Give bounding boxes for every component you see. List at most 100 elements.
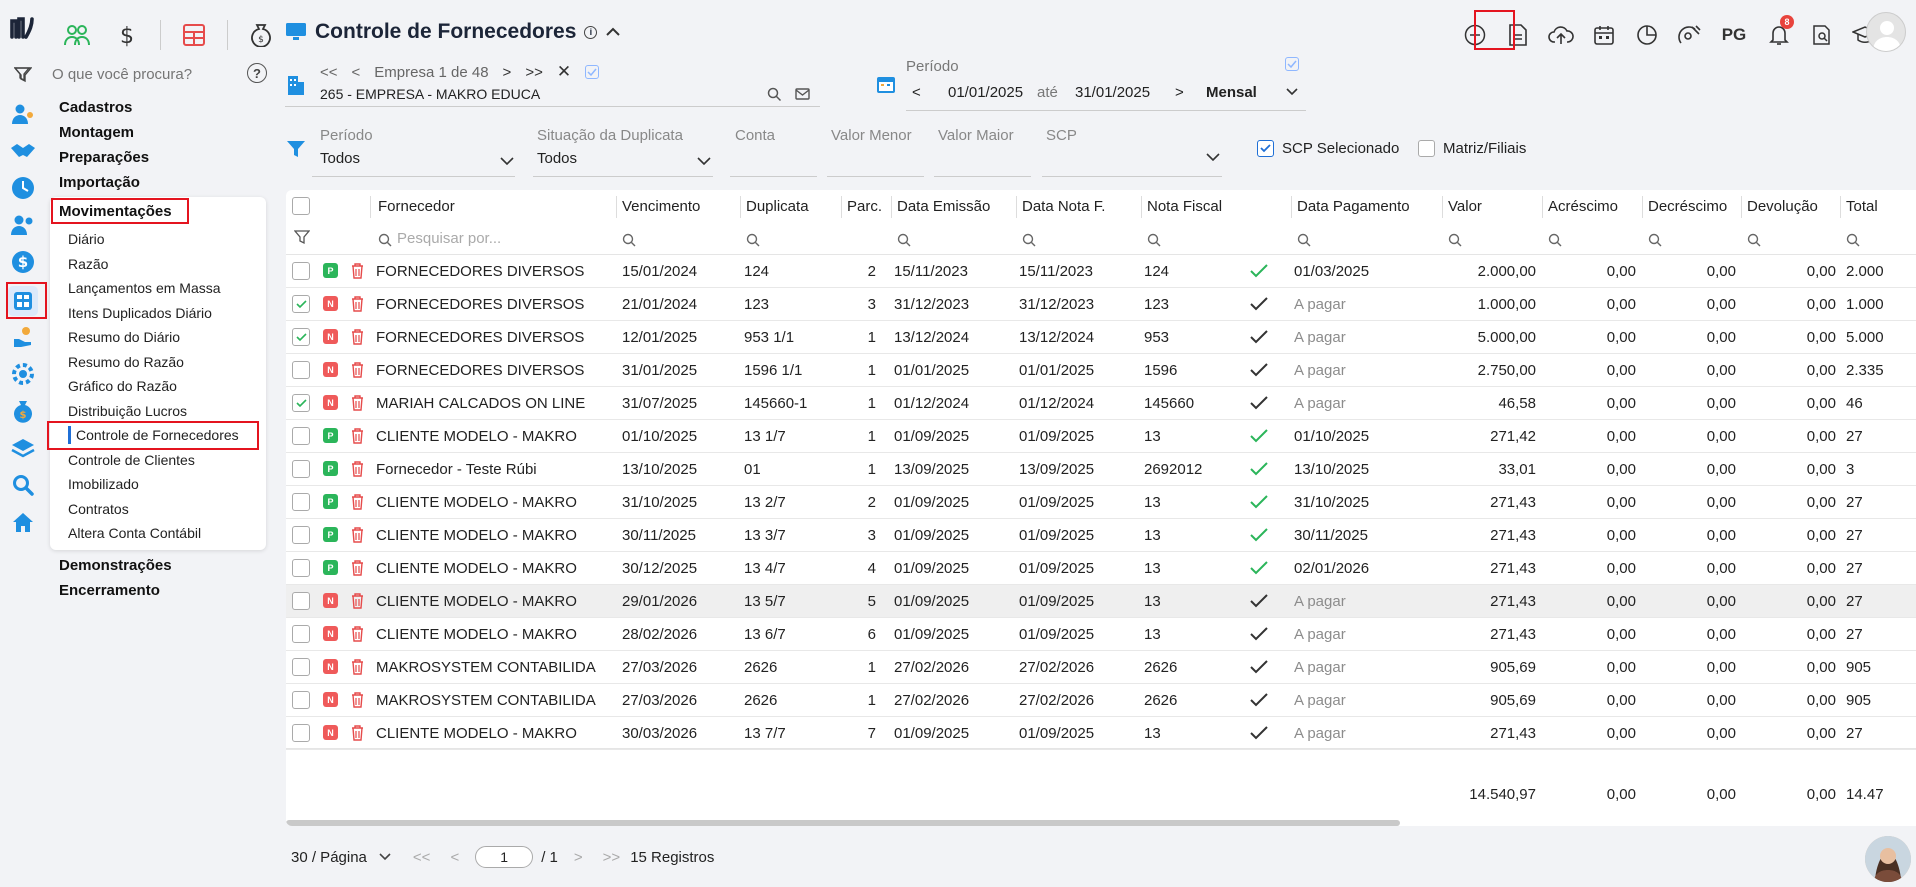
submenu-item-grafico-razao[interactable]: Gráfico do Razão [68,378,177,394]
row-checkbox[interactable] [292,691,310,709]
submenu-item-lancamentos-massa[interactable]: Lançamentos em Massa [68,280,221,296]
submenu-item-altera-conta[interactable]: Altera Conta Contábil [68,525,201,541]
fornecedor-search-input[interactable]: Pesquisar por... [397,230,501,247]
clock-icon[interactable] [9,174,37,202]
row-checkbox[interactable] [292,724,310,742]
table-row[interactable]: N FORNECEDORES DIVERSOS 31/01/2025 1596 1/1… [286,354,1916,387]
row-checkbox[interactable] [292,592,310,610]
next-empresa-icon[interactable]: > [503,64,512,81]
trash-icon[interactable] [351,626,364,642]
table-row[interactable]: P CLIENTE MODELO - MAKRO 31/10/2025 13 2/7 2… [286,486,1916,519]
filter-funnel-icon[interactable] [14,66,30,82]
info-icon[interactable]: i [584,25,598,39]
mail-icon[interactable] [795,88,810,100]
pie-chart-icon[interactable] [1630,18,1664,52]
col-header-data-pagamento[interactable]: Data Pagamento [1297,198,1410,215]
hand-coin-icon[interactable] [9,323,37,351]
menu-encerramento[interactable]: Encerramento [59,582,160,599]
filter-valor-menor[interactable]: Valor Menor [827,127,927,177]
table-row[interactable]: P CLIENTE MODELO - MAKRO 01/10/2025 13 1/7 1… [286,420,1916,453]
table-row[interactable]: N MAKROSYSTEM CONTABILIDA 27/03/2026 2626 1 2… [286,651,1916,684]
periodo-next-icon[interactable]: > [1175,84,1184,101]
filter-periodo[interactable]: Período Todos [312,127,523,177]
dollar-icon[interactable]: $ [9,248,37,276]
prev-empresa-icon[interactable]: < [352,64,361,81]
periodo-end[interactable]: 31/01/2025 [1075,84,1150,101]
col-header-data-nota[interactable]: Data Nota F. [1022,198,1105,215]
periodo-mode[interactable]: Mensal [1206,84,1257,101]
row-checkbox[interactable] [292,295,310,313]
row-checkbox[interactable] [292,361,310,379]
scp-selecionado-option[interactable]: SCP Selecionado [1257,140,1399,157]
home-icon[interactable] [9,508,37,536]
col-header-nota-fiscal[interactable]: Nota Fiscal [1147,198,1222,215]
trash-icon[interactable] [351,659,364,675]
table-row[interactable]: N FORNECEDORES DIVERSOS 21/01/2024 123 3 31/1… [286,288,1916,321]
periodo-checkbox[interactable] [1285,57,1299,71]
select-all-checkbox[interactable] [292,197,310,215]
people-group-icon[interactable] [62,20,92,50]
search-icon[interactable] [622,233,636,247]
menu-demonstracoes[interactable]: Demonstrações [59,557,172,574]
trash-icon[interactable] [351,494,364,510]
help-icon[interactable]: ? [247,63,267,83]
row-checkbox[interactable] [292,394,310,412]
close-icon[interactable]: ✕ [557,62,571,82]
col-header-total[interactable]: Total [1846,198,1878,215]
trash-icon[interactable] [351,461,364,477]
handshake-icon[interactable] [9,137,37,165]
submenu-item-distribuicao-lucros[interactable]: Distribuição Lucros [68,403,187,419]
table-row[interactable]: N FORNECEDORES DIVERSOS 12/01/2025 953 1/1 1… [286,321,1916,354]
table-row[interactable]: P CLIENTE MODELO - MAKRO 30/11/2025 13 3/7 3… [286,519,1916,552]
bell-icon[interactable]: 8 [1762,15,1796,52]
trash-icon[interactable] [351,593,364,609]
col-header-devolucao[interactable]: Devolução [1747,198,1818,215]
chevron-down-icon[interactable] [1286,88,1298,96]
search-icon[interactable] [897,233,911,247]
search-empresa-icon[interactable] [767,87,782,102]
col-header-parcela[interactable]: Parc. [847,198,882,215]
finance-dollar-icon[interactable]: $ [112,20,142,50]
trash-icon[interactable] [351,725,364,741]
row-checkbox[interactable] [292,526,310,544]
scp-selecionado-checkbox[interactable] [1257,140,1274,157]
empresa-name[interactable]: 265 - EMPRESA - MAKRO EDUCA [320,86,540,102]
submenu-item-itens-duplicados[interactable]: Itens Duplicados Diário [68,305,212,321]
col-header-vencimento[interactable]: Vencimento [622,198,700,215]
pg-button[interactable]: PG [1714,18,1754,52]
submenu-item-resumo-razao[interactable]: Resumo do Razão [68,354,184,370]
per-page-select[interactable]: 30 / Página [291,849,367,866]
row-checkbox[interactable] [292,427,310,445]
menu-search-input[interactable] [52,65,232,83]
table-row[interactable]: N CLIENTE MODELO - MAKRO 30/03/2026 13 7/7 7… [286,717,1916,750]
spreadsheet-icon[interactable] [179,20,209,50]
table-row[interactable]: N MAKROSYSTEM CONTABILIDA 27/03/2026 2626 1 2… [286,684,1916,717]
search-icon[interactable] [1297,233,1311,247]
submenu-item-controle-clientes[interactable]: Controle de Clientes [68,452,195,468]
chevron-down-icon[interactable] [379,853,391,861]
col-header-acrescimo[interactable]: Acréscimo [1548,198,1618,215]
matriz-filiais-checkbox[interactable] [1418,140,1435,157]
filter-scp[interactable]: SCP [1042,127,1226,177]
first-empresa-icon[interactable]: << [320,64,338,81]
row-checkbox[interactable] [292,625,310,643]
submenu-item-razao[interactable]: Razão [68,256,108,272]
menu-preparacoes[interactable]: Preparações [59,149,149,166]
table-row[interactable]: P CLIENTE MODELO - MAKRO 30/12/2025 13 4/7 4… [286,552,1916,585]
menu-movimentacoes[interactable]: Movimentações [59,203,172,220]
add-circle-icon[interactable] [1458,18,1492,52]
filter-icon[interactable] [294,230,310,245]
chevron-up-icon[interactable] [605,27,621,37]
last-page-icon[interactable]: >> [603,849,621,866]
menu-cadastros[interactable]: Cadastros [59,99,132,116]
row-checkbox[interactable] [292,559,310,577]
col-header-duplicata[interactable]: Duplicata [746,198,809,215]
row-checkbox[interactable] [292,493,310,511]
user-avatar[interactable] [1866,12,1906,52]
empresa-checkbox[interactable] [585,65,600,79]
periodo-prev-icon[interactable]: < [912,84,921,101]
trash-icon[interactable] [351,692,364,708]
search-icon[interactable] [1022,233,1036,247]
filter-icon[interactable] [286,140,306,158]
col-header-valor[interactable]: Valor [1448,198,1482,215]
